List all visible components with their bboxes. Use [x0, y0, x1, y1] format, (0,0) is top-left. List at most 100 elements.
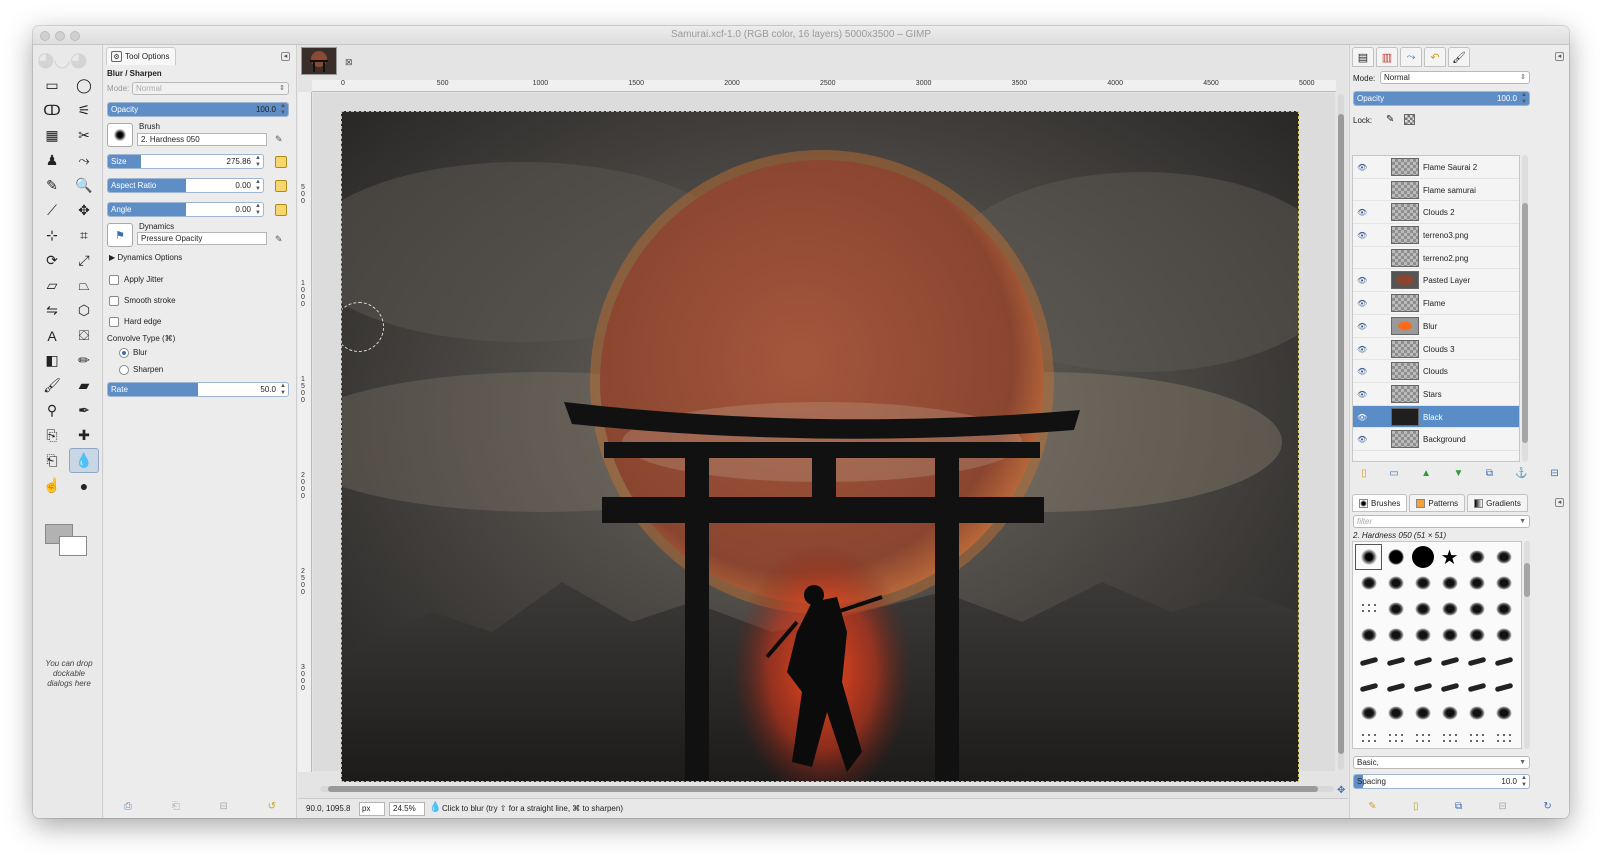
- brush-preset-cell[interactable]: [1382, 570, 1409, 596]
- smudge-icon[interactable]: ☝: [37, 473, 67, 498]
- brush-preview-button[interactable]: [107, 123, 133, 147]
- layer-row[interactable]: terreno2.png: [1353, 247, 1519, 270]
- navigate-icon[interactable]: ✥: [1337, 785, 1345, 796]
- apply-jitter-checkbox[interactable]: [109, 275, 119, 285]
- opacity-slider[interactable]: Opacity 100.0 ▲ ▼: [107, 102, 289, 117]
- eye-icon[interactable]: 👁: [1357, 276, 1367, 285]
- sharpen-radio[interactable]: [119, 365, 129, 375]
- brush-preset-cell[interactable]: [1382, 622, 1409, 648]
- dock-menu-icon[interactable]: ◂: [1555, 52, 1564, 61]
- move-icon[interactable]: ✥: [69, 198, 99, 223]
- tab-channels[interactable]: ▥: [1376, 47, 1398, 67]
- brush-preset-cell[interactable]: [1463, 622, 1490, 648]
- brush-preset-cell[interactable]: [1409, 544, 1436, 570]
- brush-preset-cell[interactable]: [1490, 700, 1517, 726]
- blur-radio[interactable]: [119, 348, 129, 358]
- brush-preset-cell[interactable]: [1463, 648, 1490, 674]
- new-layer-icon[interactable]: ▯: [1361, 468, 1367, 479]
- rect-select-icon[interactable]: ▭: [37, 73, 67, 98]
- angle-slider[interactable]: Angle 0.00 ▲ ▼: [107, 202, 264, 217]
- mode-select[interactable]: Normal ⇕: [132, 82, 289, 95]
- delete-brush-icon[interactable]: ⊟: [1499, 801, 1507, 812]
- measure-icon[interactable]: ⟋: [37, 198, 67, 223]
- brush-preset-cell[interactable]: [1409, 622, 1436, 648]
- blur-sharpen-icon[interactable]: 💧: [69, 448, 99, 473]
- brush-preset-cell[interactable]: [1436, 570, 1463, 596]
- brush-grid-scrollbar[interactable]: [1524, 541, 1530, 749]
- layer-list-scrollbar[interactable]: [1522, 155, 1528, 462]
- duplicate-layer-icon[interactable]: ⧉: [1486, 468, 1493, 479]
- background-color-swatch[interactable]: [59, 536, 87, 556]
- lock-pixels-icon[interactable]: ✎: [1386, 114, 1394, 125]
- reset-size-button[interactable]: [275, 156, 287, 168]
- delete-layer-icon[interactable]: ⊟: [1550, 468, 1558, 479]
- scale-icon[interactable]: ⤢: [69, 248, 99, 273]
- dodge-burn-icon[interactable]: ●: [69, 473, 99, 498]
- spin-arrows-icon[interactable]: ▲ ▼: [280, 103, 286, 116]
- layer-row[interactable]: 👁 Black: [1353, 405, 1519, 429]
- new-brush-icon[interactable]: ▯: [1413, 801, 1419, 812]
- close-image-tab-icon[interactable]: ⊠: [345, 57, 353, 68]
- spin-arrows-icon[interactable]: ▲ ▼: [1521, 92, 1527, 105]
- dynamics-preview-button[interactable]: ⚑: [107, 223, 133, 247]
- brush-preset-cell[interactable]: [1409, 700, 1436, 726]
- brush-grid-scrollbar-thumb[interactable]: [1524, 563, 1530, 597]
- eye-icon[interactable]: 👁: [1357, 413, 1367, 422]
- eye-icon[interactable]: 👁: [1357, 208, 1367, 217]
- image-tab-thumbnail[interactable]: [301, 47, 337, 75]
- brush-preset-cell[interactable]: [1463, 700, 1490, 726]
- layer-row[interactable]: 👁 Blur: [1353, 315, 1519, 338]
- brush-preset-cell[interactable]: [1355, 700, 1382, 726]
- select-by-color-icon[interactable]: ▦: [37, 123, 67, 148]
- color-picker-icon[interactable]: ✎: [37, 173, 67, 198]
- blend-icon[interactable]: ◧: [37, 348, 67, 373]
- refresh-brushes-icon[interactable]: ↻: [1543, 801, 1551, 812]
- brush-preset-cell[interactable]: [1409, 596, 1436, 622]
- brush-preset-cell[interactable]: [1355, 674, 1382, 700]
- airbrush-icon[interactable]: ⚲: [37, 398, 67, 423]
- ellipse-select-icon[interactable]: ◯: [69, 73, 99, 98]
- layer-row[interactable]: 👁 Flame: [1353, 292, 1519, 315]
- zoom-icon[interactable]: 🔍: [69, 173, 99, 198]
- brush-preset-cell[interactable]: [1463, 544, 1490, 570]
- eraser-icon[interactable]: ▰: [69, 373, 99, 398]
- brush-preset-cell[interactable]: [1355, 648, 1382, 674]
- brush-preset-cell[interactable]: [1436, 674, 1463, 700]
- tab-brush-editor[interactable]: 🖌: [1448, 47, 1470, 67]
- bucket-fill-icon[interactable]: ⛋: [69, 323, 99, 348]
- spin-arrows-icon[interactable]: ▲ ▼: [1521, 775, 1527, 788]
- hard-edge-checkbox[interactable]: [109, 317, 119, 327]
- brush-preset-cell[interactable]: [1490, 648, 1517, 674]
- dynamics-name-field[interactable]: Pressure Opacity: [137, 232, 267, 245]
- save-preset-icon[interactable]: ⎙: [124, 801, 132, 812]
- brush-preset-cell[interactable]: [1490, 674, 1517, 700]
- layer-row[interactable]: 👁 Pasted Layer: [1353, 269, 1519, 293]
- layer-row[interactable]: 👁 terreno3.png: [1353, 224, 1519, 247]
- spin-arrows-icon[interactable]: ▲ ▼: [255, 179, 261, 192]
- horizontal-ruler[interactable]: 0 500 1000 1500 2000 2500 3000 3500 4000 4500 5000: [312, 80, 1336, 92]
- brush-preset-cell[interactable]: [1436, 700, 1463, 726]
- delete-preset-icon[interactable]: ⊟: [219, 801, 227, 812]
- brush-preset-cell[interactable]: [1355, 544, 1382, 570]
- brush-preset-cell[interactable]: [1409, 570, 1436, 596]
- lower-layer-icon[interactable]: ▼: [1453, 468, 1463, 479]
- clone-icon[interactable]: ⎘: [37, 423, 67, 448]
- brush-preset-cell[interactable]: [1490, 726, 1517, 748]
- flip-icon[interactable]: ⇋: [37, 298, 67, 323]
- eye-icon[interactable]: 👁: [1357, 322, 1367, 331]
- dynamics-options-expander[interactable]: ▶ Dynamics Options: [109, 253, 182, 262]
- cage-transform-icon[interactable]: ⬡: [69, 298, 99, 323]
- spin-arrows-icon[interactable]: ▲ ▼: [280, 383, 286, 396]
- brush-preset-cell[interactable]: [1355, 726, 1382, 748]
- brush-preset-cell[interactable]: [1463, 596, 1490, 622]
- rate-slider[interactable]: Rate 50.0 ▲ ▼: [107, 382, 289, 397]
- brush-preset-cell[interactable]: [1490, 544, 1517, 570]
- vertical-ruler[interactable]: 500 1000 1500 2000 2500 3000: [298, 92, 312, 772]
- perspective-clone-icon[interactable]: ⎗: [37, 448, 67, 473]
- brush-preset-cell[interactable]: [1382, 544, 1409, 570]
- vertical-scrollbar[interactable]: [1338, 94, 1344, 770]
- brush-preset-cell[interactable]: [1463, 570, 1490, 596]
- edit-dynamics-icon[interactable]: ✎: [275, 234, 286, 245]
- tab-patterns[interactable]: Patterns: [1409, 494, 1466, 512]
- brush-preset-cell[interactable]: [1490, 570, 1517, 596]
